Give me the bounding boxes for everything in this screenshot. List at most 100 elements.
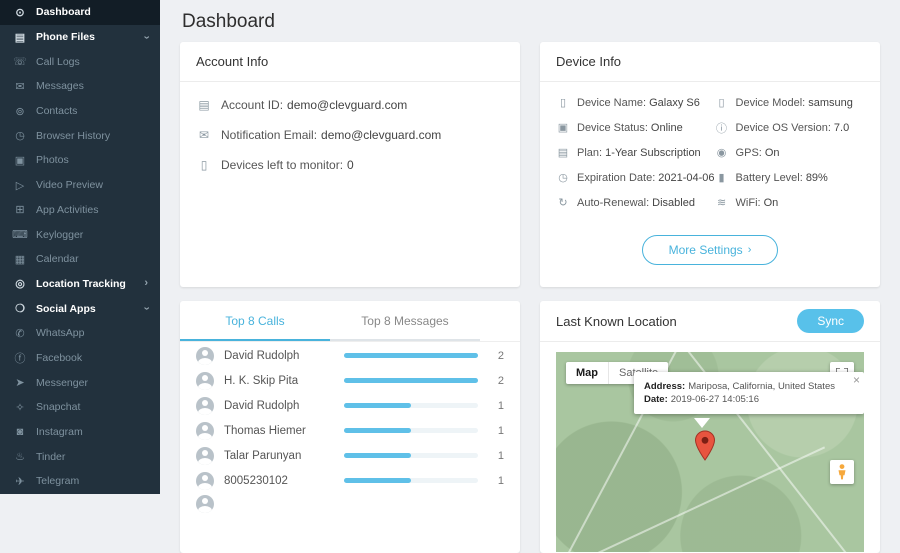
date-label: Date:: [644, 394, 668, 405]
snapchat-icon: ✧: [12, 401, 28, 414]
call-bar-fill: [344, 378, 478, 383]
sidebar-item-whatsapp[interactable]: ✆ WhatsApp: [0, 321, 160, 346]
sidebar-item-call-logs[interactable]: ☏ Call Logs: [0, 49, 160, 74]
email-icon: ✉: [196, 128, 212, 142]
battery-label: Battery Level:: [736, 172, 803, 184]
sidebar-item-social-apps[interactable]: ❍ Social Apps ›: [0, 296, 160, 321]
status-icon: ▣: [556, 121, 570, 134]
date-line: Date:2019-06-27 14:05:16: [644, 394, 846, 405]
expiration-label: Expiration Date:: [577, 172, 655, 184]
list-item: David Rudolph 1: [180, 393, 520, 418]
call-count: 2: [490, 375, 504, 387]
contact-avatar: [196, 447, 214, 465]
notification-email-row: ✉ Notification Email: demo@clevguard.com: [180, 120, 520, 150]
device-model-row: ▯ Device Model: samsung: [715, 90, 872, 115]
map[interactable]: Map Satellite × Address:Mariposa, Califo…: [556, 352, 864, 552]
sidebar-item-label: Messages: [36, 80, 84, 92]
address-label: Address:: [644, 381, 685, 392]
account-id-row: ▤ Account ID: demo@clevguard.com: [180, 90, 520, 120]
last-known-location-card: Last Known Location Sync Map Satellite: [540, 301, 880, 553]
tab-top-calls[interactable]: Top 8 Calls: [180, 301, 330, 341]
main-content: Dashboard Account Info ▤ Account ID: dem…: [160, 0, 900, 494]
contact-name: Talar Parunyan: [224, 450, 344, 462]
info-icon: ⓘ: [715, 120, 729, 136]
keylogger-icon: ⌨: [12, 228, 28, 241]
device-status-label: Device Status:: [577, 122, 648, 134]
sidebar-item-label: Snapchat: [36, 401, 80, 413]
call-bar: [344, 453, 478, 458]
renewal-icon: ↻: [556, 196, 570, 209]
call-logs-icon: ☏: [12, 55, 28, 68]
map-info-window: × Address:Mariposa, California, United S…: [634, 372, 864, 414]
tab-top-messages[interactable]: Top 8 Messages: [330, 301, 480, 341]
telegram-icon: ✈: [12, 475, 28, 488]
list-item-partial: [180, 493, 520, 513]
sidebar-item-location-tracking[interactable]: ◎ Location Tracking ›: [0, 272, 160, 297]
page-title: Dashboard: [180, 0, 880, 42]
sidebar-item-keylogger[interactable]: ⌨ Keylogger: [0, 222, 160, 247]
call-bar: [344, 378, 478, 383]
sidebar-item-photos[interactable]: ▣ Photos: [0, 148, 160, 173]
sidebar-item-label: Facebook: [36, 352, 82, 364]
notification-email-label: Notification Email:: [221, 128, 317, 142]
sidebar-item-contacts[interactable]: ⊚ Contacts: [0, 99, 160, 124]
sidebar-item-phone-files[interactable]: ▤ Phone Files ›: [0, 25, 160, 50]
call-count: 1: [490, 400, 504, 412]
sync-button[interactable]: Sync: [797, 309, 864, 333]
video-preview-icon: ▷: [12, 179, 28, 192]
sidebar-item-snapchat[interactable]: ✧ Snapchat: [0, 395, 160, 420]
sidebar-item-dashboard[interactable]: ⊙ Dashboard: [0, 0, 160, 25]
sidebar-item-video-preview[interactable]: ▷ Video Preview: [0, 173, 160, 198]
close-icon[interactable]: ×: [853, 373, 860, 387]
sidebar-item-tinder[interactable]: ♨ Tinder: [0, 444, 160, 469]
sidebar-item-label: Call Logs: [36, 56, 80, 68]
dashboard-icon: ⊙: [12, 6, 28, 19]
expiration-value: 2021-04-06: [658, 172, 714, 184]
account-info-card: Account Info ▤ Account ID: demo@clevguar…: [180, 42, 520, 287]
sidebar-item-messenger[interactable]: ➤ Messenger: [0, 370, 160, 395]
auto-renewal-value: Disabled: [652, 197, 695, 209]
pegman-icon: [836, 464, 848, 480]
chevron-right-icon: ›: [748, 245, 752, 256]
sidebar-item-browser-history[interactable]: ◷ Browser History: [0, 123, 160, 148]
messenger-icon: ➤: [12, 376, 28, 389]
sidebar-item-telegram[interactable]: ✈ Telegram: [0, 469, 160, 494]
sidebar-item-label: Phone Files: [36, 31, 95, 43]
sidebar-item-app-activities[interactable]: ⊞ App Activities: [0, 198, 160, 223]
social-apps-icon: ❍: [12, 302, 28, 315]
pegman-button[interactable]: [830, 460, 854, 484]
whatsapp-icon: ✆: [12, 327, 28, 340]
devices-left-label: Devices left to monitor:: [221, 158, 343, 172]
call-bar-fill: [344, 403, 411, 408]
more-settings-button[interactable]: More Settings ›: [642, 235, 779, 265]
auto-renewal-row: ↻ Auto-Renewal: Disabled: [556, 190, 715, 215]
phone-files-icon: ▤: [12, 31, 28, 44]
contact-avatar: [196, 495, 214, 513]
chevron-right-icon: ›: [144, 278, 148, 289]
sidebar-item-instagram[interactable]: ◙ Instagram: [0, 420, 160, 445]
sidebar-item-facebook[interactable]: ⓕ Facebook: [0, 346, 160, 371]
wifi-value: On: [764, 197, 779, 209]
list-item: David Rudolph 2: [180, 343, 520, 368]
plan-row: ▤ Plan: 1-Year Subscription: [556, 140, 715, 165]
device-info-title: Device Info: [540, 42, 880, 82]
sidebar-item-label: WhatsApp: [36, 327, 84, 339]
wifi-row: ≋ WiFi: On: [715, 190, 872, 215]
device-status-row: ▣ Device Status: Online: [556, 115, 715, 140]
sidebar-item-messages[interactable]: ✉ Messages: [0, 74, 160, 99]
device-name-label: Device Name:: [577, 97, 646, 109]
contact-name: 8005230102: [224, 475, 344, 487]
sidebar-item-label: Messenger: [36, 377, 88, 389]
map-marker-icon[interactable]: [694, 430, 716, 467]
map-view-button[interactable]: Map: [566, 362, 608, 384]
call-bar-fill: [344, 453, 411, 458]
calls-messages-tabs: Top 8 Calls Top 8 Messages: [180, 301, 520, 342]
os-version-label: Device OS Version:: [736, 122, 831, 134]
plan-icon: ▤: [556, 146, 570, 159]
facebook-icon: ⓕ: [12, 350, 28, 366]
browser-history-icon: ◷: [12, 129, 28, 142]
device-model-label: Device Model:: [736, 97, 806, 109]
device-info-rows: ▯ Device Name: Galaxy S6 ▣ Device Status…: [540, 82, 880, 215]
sidebar-item-calendar[interactable]: ▦ Calendar: [0, 247, 160, 272]
chevron-down-icon: ›: [141, 307, 152, 311]
